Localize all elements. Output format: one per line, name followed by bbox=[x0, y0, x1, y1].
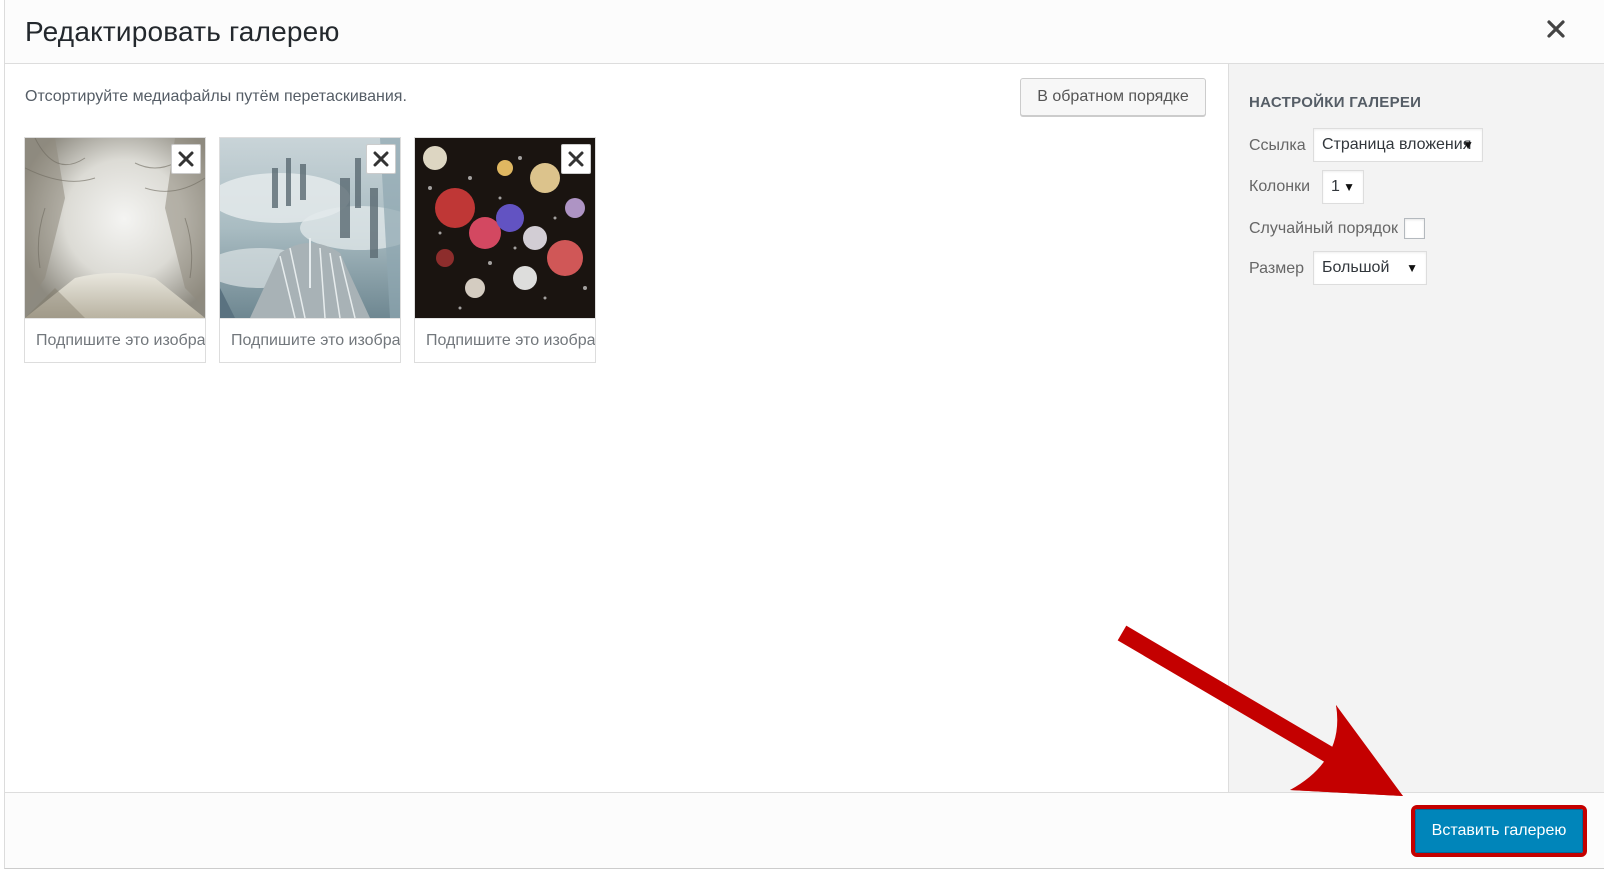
remove-image-button[interactable] bbox=[561, 144, 591, 174]
sort-instructions: Отсортируйте медиафайлы путём перетаскив… bbox=[25, 88, 407, 105]
gallery-thumbnail[interactable]: Подпишите это изобра bbox=[220, 138, 400, 362]
edit-gallery-modal: Редактировать галерею Отсортируйте медиа… bbox=[4, 0, 1604, 869]
link-select-value: Страница вложения bbox=[1322, 136, 1472, 153]
columns-select[interactable]: 1 ▼ bbox=[1322, 170, 1364, 204]
remove-image-button[interactable] bbox=[171, 144, 201, 174]
gallery-settings-sidebar: Настройки галереи Ссылка Страница вложен… bbox=[1228, 64, 1604, 792]
modal-footer: Вставить галерею bbox=[5, 792, 1604, 868]
modal-title: Редактировать галерею bbox=[25, 16, 340, 47]
random-order-label: Случайный порядок bbox=[1249, 220, 1398, 237]
reverse-order-button[interactable]: В обратном порядке bbox=[1020, 78, 1206, 116]
triangle-down-icon: ▼ bbox=[1343, 180, 1355, 194]
caption-input[interactable]: Подпишите это изобра bbox=[25, 318, 205, 362]
insert-gallery-button[interactable]: Вставить галерею bbox=[1411, 805, 1587, 857]
columns-select-value: 1 bbox=[1331, 178, 1340, 195]
random-order-checkbox[interactable] bbox=[1404, 218, 1425, 239]
size-label: Размер bbox=[1249, 260, 1304, 277]
modal-header: Редактировать галерею bbox=[5, 0, 1604, 64]
gallery-content: Отсортируйте медиафайлы путём перетаскив… bbox=[5, 64, 1228, 792]
size-select[interactable]: Большой ▼ bbox=[1313, 251, 1427, 285]
gallery-settings-heading: Настройки галереи bbox=[1249, 94, 1422, 111]
link-select[interactable]: Страница вложения ▼ bbox=[1313, 128, 1483, 162]
caption-input[interactable]: Подпишите это изобра bbox=[220, 318, 400, 362]
close-icon[interactable] bbox=[1545, 18, 1567, 40]
size-select-value: Большой bbox=[1322, 259, 1390, 276]
gallery-thumbnail[interactable]: Подпишите это изобра bbox=[25, 138, 205, 362]
gallery-thumbnail[interactable]: Подпишите это изобра bbox=[415, 138, 595, 362]
close-icon bbox=[568, 151, 584, 167]
link-label: Ссылка bbox=[1249, 137, 1306, 154]
remove-image-button[interactable] bbox=[366, 144, 396, 174]
triangle-down-icon: ▼ bbox=[1406, 261, 1418, 275]
caption-input[interactable]: Подпишите это изобра bbox=[415, 318, 595, 362]
close-icon bbox=[178, 151, 194, 167]
columns-label: Колонки bbox=[1249, 178, 1311, 195]
triangle-down-icon: ▼ bbox=[1462, 138, 1474, 152]
close-icon bbox=[373, 151, 389, 167]
